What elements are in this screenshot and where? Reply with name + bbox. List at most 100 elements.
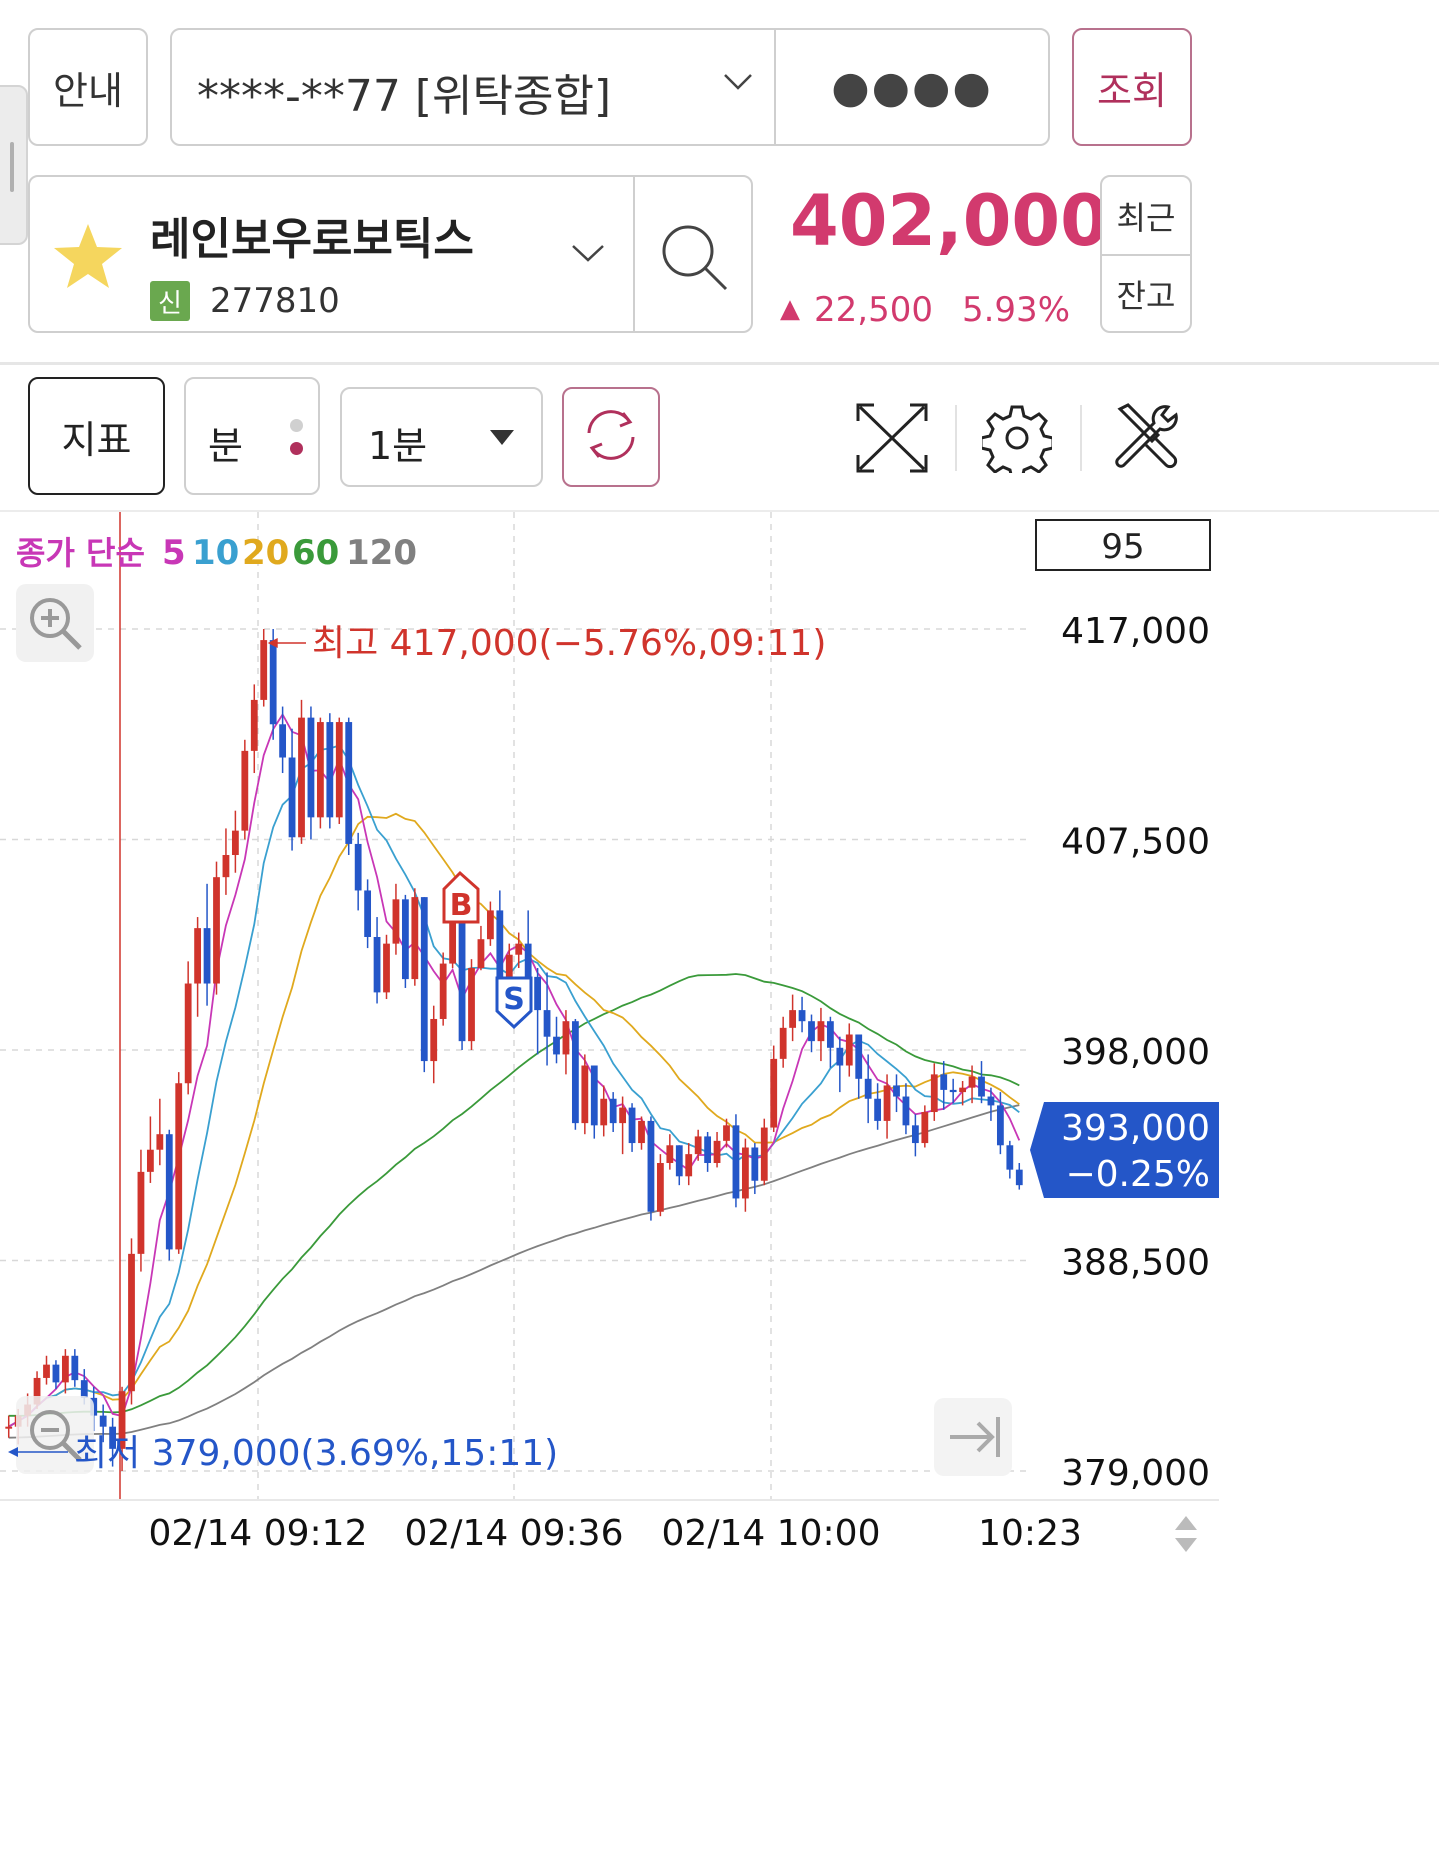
- period-label: 분: [208, 424, 243, 468]
- query-button[interactable]: 조회: [1072, 28, 1192, 146]
- account-select[interactable]: ****-**77 [위탁종합] ●●●●: [170, 28, 1050, 146]
- candle-body: [354, 843, 362, 891]
- guide-button[interactable]: 안내: [28, 28, 148, 146]
- sell-marker-label: S: [503, 982, 525, 1017]
- recent-balance-group: 최근 잔고: [1100, 175, 1192, 333]
- candle-body: [789, 1010, 797, 1028]
- chevron-down-icon[interactable]: [722, 70, 754, 98]
- candle-body: [468, 968, 475, 1042]
- candle-body: [770, 1058, 778, 1128]
- candle-body: [61, 1355, 69, 1383]
- period-button[interactable]: 분: [184, 377, 320, 495]
- candle-body: [496, 910, 504, 980]
- candle-body: [864, 1078, 872, 1099]
- candle-body: [590, 1065, 598, 1126]
- search-icon[interactable]: [658, 221, 732, 299]
- candle-body: [694, 1136, 702, 1155]
- candle-body: [921, 1112, 929, 1144]
- side-handle[interactable]: [0, 85, 28, 245]
- chart-area[interactable]: 종가 단순 5 10 20 60 120 95 최고 417,000(−5.76…: [0, 512, 1439, 1851]
- candle-body: [723, 1125, 730, 1141]
- recent-label: 최근: [1116, 198, 1176, 237]
- candle-body: [571, 1021, 579, 1124]
- candle-body: [392, 899, 400, 944]
- candle-body: [486, 910, 494, 940]
- credit-badge: 신: [150, 281, 190, 321]
- sell-marker[interactable]: S: [495, 976, 533, 1030]
- recent-button[interactable]: 최근: [1102, 177, 1190, 254]
- candle-body: [600, 1098, 608, 1126]
- candle-body: [241, 750, 249, 831]
- candle-body: [420, 897, 428, 1062]
- tools-icon[interactable]: [1108, 401, 1182, 479]
- low-pointer-arrow: [8, 1447, 18, 1457]
- balance-button[interactable]: 잔고: [1102, 256, 1190, 331]
- candle-body: [779, 1027, 787, 1059]
- candle-body: [902, 1096, 910, 1126]
- refresh-icon: [579, 403, 643, 471]
- candle-body: [298, 717, 305, 838]
- guide-label: 안내: [53, 68, 123, 113]
- y-tick-label: 398,000: [1061, 1032, 1210, 1073]
- candle-body: [128, 1253, 135, 1392]
- price-change-pct: 5.93%: [961, 290, 1070, 330]
- candle-body: [647, 1120, 655, 1212]
- candle-body: [656, 1163, 664, 1212]
- password-field[interactable]: ●●●●: [776, 52, 1048, 122]
- high-annotation: 최고 417,000(−5.76%,09:11): [312, 623, 826, 664]
- candle-body: [940, 1074, 948, 1090]
- period-dot-active: [290, 442, 303, 455]
- candle-body: [231, 830, 239, 856]
- candle-body: [316, 722, 324, 818]
- indicator-label: 지표: [61, 417, 132, 462]
- refresh-button[interactable]: [562, 387, 660, 487]
- chevron-down-icon[interactable]: [570, 241, 606, 269]
- scroll-to-latest-icon[interactable]: [934, 1398, 1012, 1476]
- legend-ma10: 10: [192, 533, 239, 573]
- candle-body: [222, 855, 230, 878]
- gear-icon[interactable]: [979, 403, 1055, 481]
- candle-body: [987, 1096, 995, 1106]
- favorite-star-icon[interactable]: [52, 221, 124, 295]
- candle-body: [364, 890, 372, 937]
- candle-body: [817, 1021, 825, 1042]
- candle-body: [165, 1134, 173, 1250]
- candle-body: [609, 1098, 617, 1124]
- candle-body: [203, 928, 211, 984]
- candle-body: [137, 1171, 145, 1254]
- candle-body: [156, 1134, 164, 1150]
- candle-body: [675, 1145, 683, 1177]
- stock-select[interactable]: 레인보우로보틱스 신 277810: [28, 175, 753, 333]
- candle-body: [713, 1140, 721, 1164]
- candle-body: [80, 1380, 88, 1398]
- candle-body: [808, 1021, 815, 1042]
- candle-body: [373, 936, 381, 993]
- legend-ma60: 60: [292, 533, 339, 573]
- current-price-tag: 393,000 −0.25%: [1030, 1102, 1219, 1198]
- candlestick-chart[interactable]: 종가 단순 5 10 20 60 120 95 최고 417,000(−5.76…: [0, 512, 1439, 1851]
- indicator-button[interactable]: 지표: [28, 377, 165, 495]
- buy-marker[interactable]: B: [442, 870, 480, 924]
- candle-body: [345, 722, 353, 844]
- candle-body: [968, 1076, 976, 1088]
- candle-body: [335, 722, 343, 818]
- candle-body: [628, 1107, 636, 1144]
- low-annotation: 최저 379,000(3.69%,15:11): [74, 1433, 558, 1474]
- candle-body: [638, 1120, 645, 1144]
- caret-down-icon: [488, 427, 516, 451]
- stock-name: 레인보우로보틱스: [150, 214, 474, 265]
- query-label: 조회: [1097, 68, 1167, 113]
- candle-body: [1015, 1169, 1023, 1186]
- fullscreen-icon[interactable]: [856, 403, 928, 477]
- candle-body: [751, 1147, 759, 1181]
- candle-body: [326, 722, 334, 818]
- x-tick-label: 02/14 09:36: [405, 1513, 624, 1554]
- interval-select[interactable]: 1분: [340, 387, 543, 487]
- candle-body: [515, 943, 523, 955]
- candle-body: [553, 1036, 560, 1055]
- candle-body: [685, 1154, 693, 1177]
- period-dot-inactive: [290, 419, 303, 432]
- zoom-in-icon[interactable]: [16, 584, 94, 662]
- legend-ma120: 120: [346, 533, 417, 573]
- buy-marker-label: B: [450, 888, 473, 923]
